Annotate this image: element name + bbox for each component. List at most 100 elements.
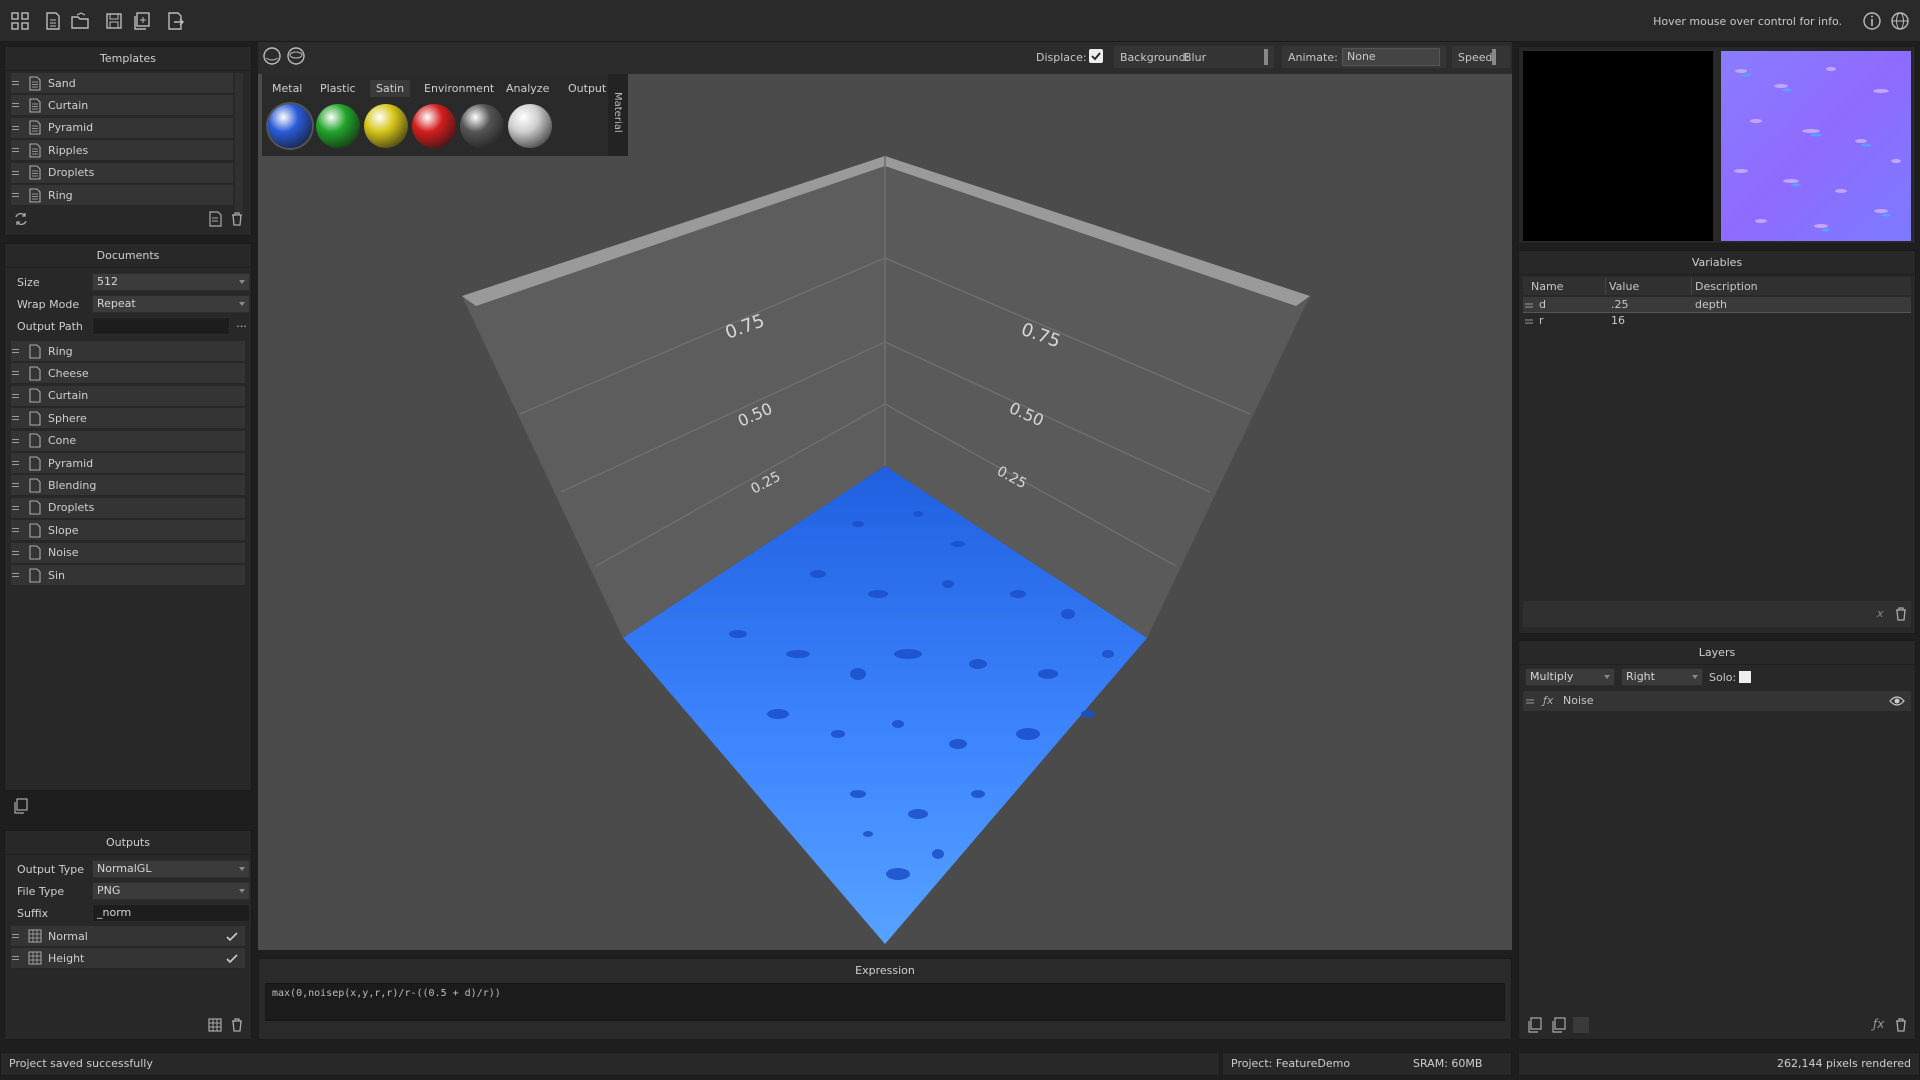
paste-icon[interactable]	[1573, 1017, 1589, 1033]
material-side-tab[interactable]: Material	[608, 74, 628, 156]
drag-handle-icon[interactable]	[12, 569, 22, 581]
list-item[interactable]: Ripples	[11, 140, 233, 162]
list-item[interactable]: Height	[11, 948, 245, 970]
material-swatch[interactable]	[508, 104, 552, 148]
variable-name[interactable]: r	[1539, 314, 1544, 327]
plane-view-icon[interactable]	[286, 46, 306, 66]
material-swatch[interactable]	[316, 104, 360, 148]
material-swatch[interactable]	[460, 104, 504, 148]
trash-icon[interactable]	[229, 211, 245, 227]
drag-handle-icon[interactable]	[12, 144, 22, 156]
save-icon[interactable]	[102, 9, 126, 33]
drag-handle-icon[interactable]	[12, 390, 22, 402]
animate-select[interactable]: None	[1342, 48, 1440, 66]
open-folder-icon[interactable]	[68, 9, 92, 33]
output-type-select[interactable]: NormalGL	[92, 860, 250, 878]
list-item[interactable]: Ring	[11, 341, 245, 362]
file-type-select[interactable]: PNG	[92, 882, 250, 900]
list-item[interactable]: Noise	[11, 542, 245, 564]
drag-handle-icon[interactable]	[12, 435, 22, 447]
drag-handle-icon[interactable]	[12, 99, 22, 111]
variable-value[interactable]: .25	[1611, 298, 1629, 311]
copy-icon[interactable]	[1551, 1017, 1567, 1033]
size-select[interactable]: 512	[92, 273, 250, 291]
3d-viewport[interactable]: 0.75 0.50 0.25 0.75 0.50 0.25	[258, 74, 1512, 950]
list-item[interactable]: Pyramid	[11, 117, 233, 139]
suffix-input[interactable]: _norm	[92, 904, 250, 922]
list-item[interactable]: Sphere	[11, 408, 245, 430]
drag-handle-icon[interactable]	[12, 77, 22, 89]
list-item[interactable]: Cone	[11, 430, 245, 452]
variable-row[interactable]: r 16	[1523, 313, 1911, 329]
tab-output[interactable]: Output	[562, 80, 612, 97]
layer-side-select[interactable]: Right	[1621, 668, 1703, 686]
list-item[interactable]: Ring	[11, 185, 233, 206]
background-control[interactable]: Background: Blur	[1114, 46, 1274, 68]
drag-handle-icon[interactable]	[12, 122, 22, 134]
refresh-icon[interactable]	[13, 211, 29, 227]
check-icon[interactable]	[225, 952, 239, 966]
list-item[interactable]: Curtain	[11, 385, 245, 407]
list-item[interactable]: Droplets	[11, 162, 233, 184]
duplicate-icon[interactable]	[1527, 1017, 1543, 1033]
drag-handle-icon[interactable]	[12, 189, 22, 201]
speed-slider-handle[interactable]	[1492, 49, 1496, 65]
save-copy-icon[interactable]	[130, 9, 154, 33]
variable-description[interactable]: depth	[1695, 298, 1727, 311]
tab-satin[interactable]: Satin	[370, 80, 411, 97]
solo-checkbox[interactable]	[1739, 671, 1751, 683]
browse-button[interactable]: ...	[233, 317, 250, 335]
check-icon[interactable]	[225, 930, 239, 944]
variable-x-icon[interactable]: x	[1877, 607, 1884, 620]
normal-map-preview[interactable]	[1721, 51, 1911, 241]
drag-handle-icon[interactable]	[12, 345, 22, 357]
tab-analyze[interactable]: Analyze	[500, 80, 555, 97]
height-preview[interactable]	[1523, 51, 1713, 241]
drag-handle-icon[interactable]	[1525, 300, 1533, 309]
list-item[interactable]: Pyramid	[11, 453, 245, 474]
drag-handle-icon[interactable]	[12, 167, 22, 179]
trash-icon[interactable]	[1893, 1017, 1909, 1033]
drag-handle-icon[interactable]	[12, 367, 22, 379]
displace-checkbox[interactable]	[1089, 49, 1103, 63]
output-path-input[interactable]	[92, 317, 230, 335]
background-slider-handle[interactable]	[1264, 49, 1268, 65]
material-swatch[interactable]	[412, 104, 456, 148]
drag-handle-icon[interactable]	[12, 547, 22, 559]
drag-handle-icon[interactable]	[1526, 696, 1534, 705]
wrap-mode-select[interactable]: Repeat	[92, 295, 250, 313]
globe-icon[interactable]	[1888, 9, 1912, 33]
drag-handle-icon[interactable]	[12, 479, 22, 491]
drag-handle-icon[interactable]	[12, 502, 22, 514]
list-item[interactable]: Sin	[11, 565, 245, 586]
drag-handle-icon[interactable]	[1525, 316, 1533, 325]
list-item[interactable]: Cheese	[11, 363, 245, 385]
trash-icon[interactable]	[1893, 606, 1909, 622]
drag-handle-icon[interactable]	[12, 524, 22, 536]
template-add-icon[interactable]	[207, 211, 223, 227]
list-item[interactable]: Droplets	[11, 497, 245, 519]
templates-scrollbar[interactable]	[235, 73, 243, 213]
sphere-view-icon[interactable]	[262, 46, 282, 66]
drag-handle-icon[interactable]	[12, 412, 22, 424]
new-document-icon[interactable]	[41, 9, 65, 33]
list-item[interactable]: Slope	[11, 520, 245, 542]
drag-handle-icon[interactable]	[12, 457, 22, 469]
eye-icon[interactable]	[1889, 694, 1905, 708]
expression-input[interactable]: max(0,noisep(x,y,r,r)/r-((0.5 + d)/r))	[265, 983, 1505, 1021]
variable-row[interactable]: d .25 depth	[1523, 297, 1911, 313]
list-item[interactable]: Normal	[11, 926, 245, 947]
variable-value[interactable]: 16	[1611, 314, 1625, 327]
drag-handle-icon[interactable]	[12, 930, 22, 942]
grid-icon[interactable]	[8, 9, 32, 33]
function-icon[interactable]: ƒx	[1873, 1017, 1884, 1031]
list-item[interactable]: Curtain	[11, 95, 233, 117]
trash-icon[interactable]	[229, 1017, 245, 1033]
output-grid-icon[interactable]	[207, 1017, 223, 1033]
tab-environment[interactable]: Environment	[418, 80, 500, 97]
variable-name[interactable]: d	[1539, 298, 1546, 311]
list-item[interactable]: Sand	[11, 73, 233, 94]
tab-plastic[interactable]: Plastic	[314, 80, 362, 97]
drag-handle-icon[interactable]	[12, 952, 22, 964]
duplicate-icon[interactable]	[13, 798, 29, 814]
